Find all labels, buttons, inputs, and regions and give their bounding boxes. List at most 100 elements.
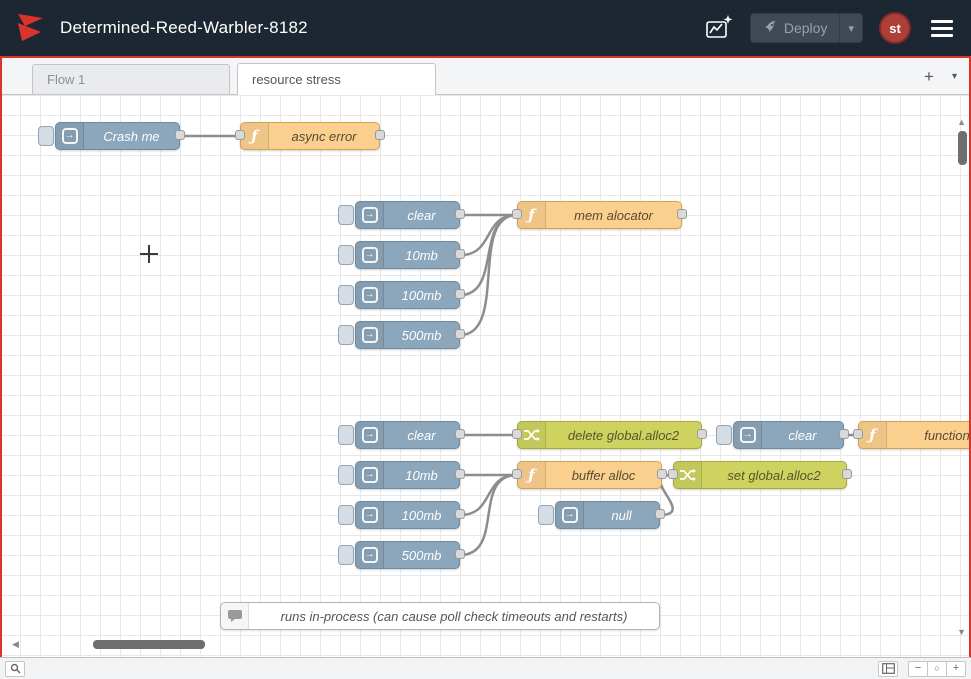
node-inject-500mb-bottom[interactable]: → 500mb	[338, 541, 460, 569]
node-label: 500mb	[384, 322, 459, 348]
zoom-controls: − ○ +	[908, 661, 966, 677]
add-flow-button[interactable]: +	[924, 68, 934, 85]
output-port[interactable]	[839, 429, 849, 439]
node-label: Crash me	[84, 123, 179, 149]
arrow-right-icon: →	[62, 128, 78, 144]
zoom-reset-button[interactable]: ○	[927, 661, 947, 677]
arrow-right-icon: →	[362, 287, 378, 303]
scroll-left-arrow[interactable]: ◀	[12, 640, 19, 649]
inject-button[interactable]	[338, 545, 354, 565]
node-change-set-global-alloc2[interactable]: set global.alloc2	[673, 461, 847, 489]
output-port[interactable]	[677, 209, 687, 219]
header: Determined-Reed-Warbler-8182 Deploy ▾	[0, 0, 971, 56]
tab-actions: + ▾	[910, 58, 971, 94]
output-port[interactable]	[455, 509, 465, 519]
node-comment[interactable]: runs in-process (can cause poll check ti…	[220, 602, 660, 630]
inject-button[interactable]	[538, 505, 554, 525]
arrow-right-icon: →	[362, 467, 378, 483]
node-function-right[interactable]: ƒ function	[858, 421, 971, 449]
node-inject-100mb-bottom[interactable]: → 100mb	[338, 501, 460, 529]
scroll-up-arrow[interactable]: ▲	[957, 118, 966, 127]
output-port[interactable]	[455, 209, 465, 219]
flowfuse-logo-icon[interactable]	[14, 12, 46, 44]
instance-title: Determined-Reed-Warbler-8182	[60, 18, 308, 38]
node-inject-clear-right[interactable]: → clear	[716, 421, 844, 449]
inject-button[interactable]	[338, 325, 354, 345]
avatar[interactable]: st	[879, 12, 911, 44]
output-port[interactable]	[455, 429, 465, 439]
menu-icon[interactable]	[927, 16, 957, 41]
deploy-button[interactable]: Deploy ▾	[750, 13, 863, 43]
inject-button[interactable]	[338, 245, 354, 265]
inject-button[interactable]	[338, 205, 354, 225]
node-function-buffer-alloc[interactable]: ƒ buffer alloc	[517, 461, 662, 489]
node-inject-100mb-top[interactable]: → 100mb	[338, 281, 460, 309]
inject-button[interactable]	[716, 425, 732, 445]
flow-list-caret-icon[interactable]: ▾	[952, 71, 957, 82]
inject-button[interactable]	[338, 425, 354, 445]
tab-bar: Flow 1 resource stress + ▾	[0, 58, 971, 95]
output-port[interactable]	[842, 469, 852, 479]
output-port[interactable]	[175, 130, 185, 140]
input-port[interactable]	[853, 429, 863, 439]
output-port[interactable]	[697, 429, 707, 439]
node-inject-10mb-top[interactable]: → 10mb	[338, 241, 460, 269]
function-icon: ƒ	[518, 202, 546, 228]
output-port[interactable]	[655, 509, 665, 519]
tab-resource-stress[interactable]: resource stress	[237, 63, 436, 95]
change-icon	[674, 462, 702, 488]
node-label: async error	[269, 123, 379, 149]
node-inject-500mb-top[interactable]: → 500mb	[338, 321, 460, 349]
function-icon: ƒ	[859, 422, 887, 448]
node-label: function	[887, 422, 971, 448]
arrow-right-icon: →	[362, 327, 378, 343]
inject-icon: →	[356, 542, 384, 568]
tab-label: Flow 1	[47, 72, 85, 87]
output-port[interactable]	[455, 549, 465, 559]
node-inject-null[interactable]: → null	[538, 501, 660, 529]
node-label: clear	[384, 202, 459, 228]
horizontal-scrollbar-thumb[interactable]	[93, 640, 205, 649]
node-change-delete-global-alloc2[interactable]: delete global.alloc2	[517, 421, 702, 449]
input-port[interactable]	[235, 130, 245, 140]
node-label: 100mb	[384, 502, 459, 528]
node-inject-10mb-bottom[interactable]: → 10mb	[338, 461, 460, 489]
tab-flow1[interactable]: Flow 1	[32, 64, 230, 94]
function-icon: ƒ	[241, 123, 269, 149]
search-button[interactable]	[5, 661, 25, 677]
inject-button[interactable]	[338, 465, 354, 485]
output-port[interactable]	[455, 469, 465, 479]
inject-button[interactable]	[338, 285, 354, 305]
input-port[interactable]	[512, 469, 522, 479]
zoom-out-button[interactable]: −	[908, 661, 928, 677]
arrow-right-icon: →	[362, 207, 378, 223]
node-inject-crash-me[interactable]: → Crash me	[38, 122, 180, 150]
inject-button[interactable]	[38, 126, 54, 146]
workspace-canvas[interactable]	[0, 95, 971, 657]
inject-button[interactable]	[338, 505, 354, 525]
flow-chart-sparkle-icon[interactable]	[704, 13, 734, 43]
node-inject-clear-top[interactable]: → clear	[338, 201, 460, 229]
deploy-caret-icon[interactable]: ▾	[840, 14, 862, 42]
output-port[interactable]	[375, 130, 385, 140]
inject-icon: →	[356, 242, 384, 268]
inject-icon: →	[356, 202, 384, 228]
inject-icon: →	[356, 322, 384, 348]
tab-label: resource stress	[252, 72, 341, 87]
scroll-down-arrow[interactable]: ▼	[957, 628, 966, 637]
navigator-toggle-button[interactable]	[878, 661, 898, 677]
zoom-in-button[interactable]: +	[946, 661, 966, 677]
input-port[interactable]	[512, 429, 522, 439]
output-port[interactable]	[455, 329, 465, 339]
vertical-scrollbar-thumb[interactable]	[958, 131, 967, 165]
input-port[interactable]	[668, 469, 678, 479]
output-port[interactable]	[657, 469, 667, 479]
output-port[interactable]	[455, 249, 465, 259]
input-port[interactable]	[512, 209, 522, 219]
output-port[interactable]	[455, 289, 465, 299]
inject-icon: →	[56, 123, 84, 149]
node-inject-clear-bottom[interactable]: → clear	[338, 421, 460, 449]
node-label: 10mb	[384, 242, 459, 268]
node-function-mem-alocator[interactable]: ƒ mem alocator	[517, 201, 682, 229]
node-function-async-error[interactable]: ƒ async error	[240, 122, 380, 150]
